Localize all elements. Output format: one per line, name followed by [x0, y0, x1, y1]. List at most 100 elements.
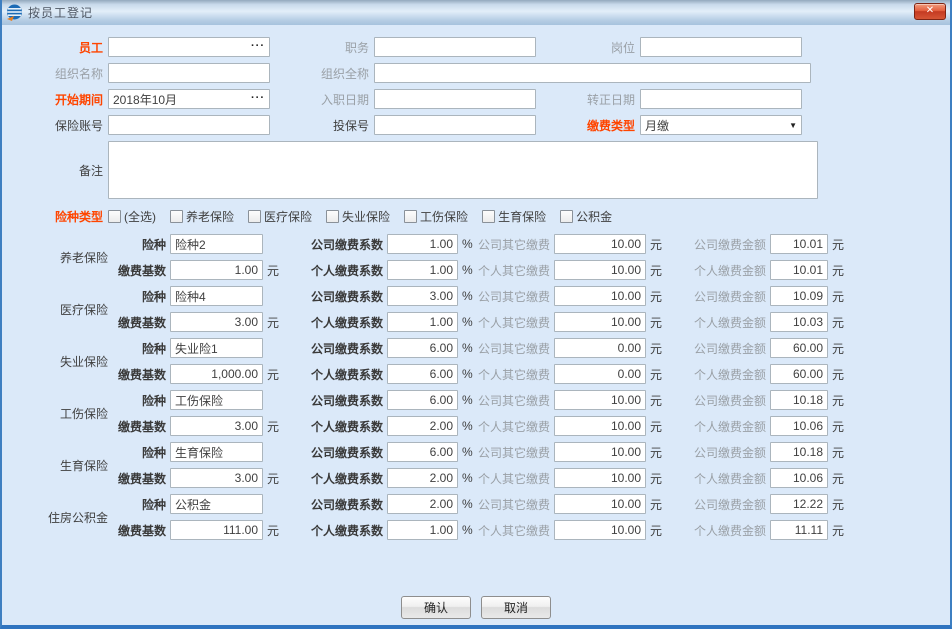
insurance-type-option[interactable]: 生育保险	[482, 208, 546, 225]
company-amount-input[interactable]	[770, 390, 828, 410]
personal-other-input[interactable]	[554, 520, 646, 540]
personal-row: 缴费基数 元 个人缴费系数 % 个人其它缴费 元 个人缴费金额 元	[110, 416, 852, 436]
form-row-3: 开始期间 ··· 入职日期 转正日期	[4, 89, 948, 109]
company-coefficient-input[interactable]	[387, 390, 458, 410]
personal-other-label: 个人其它缴费	[476, 366, 550, 383]
personal-coefficient-input[interactable]	[387, 468, 458, 488]
personal-row: 缴费基数 元 个人缴费系数 % 个人其它缴费 元 个人缴费金额 元	[110, 520, 852, 540]
company-amount-input[interactable]	[770, 442, 828, 462]
company-amount-input[interactable]	[770, 234, 828, 254]
company-other-input[interactable]	[554, 390, 646, 410]
company-coefficient-input[interactable]	[387, 494, 458, 514]
company-amount-label: 公司缴费金额	[670, 444, 766, 461]
employee-lookup-button[interactable]: ···	[249, 39, 267, 54]
insurance-name-input[interactable]	[170, 442, 263, 462]
personal-other-input[interactable]	[554, 312, 646, 332]
insurance-name-input[interactable]	[170, 494, 263, 514]
yuan-unit: 元	[646, 418, 670, 435]
company-amount-input[interactable]	[770, 286, 828, 306]
insurance-name-input[interactable]	[170, 390, 263, 410]
company-other-input[interactable]	[554, 338, 646, 358]
personal-coefficient-input[interactable]	[387, 520, 458, 540]
insurance-type-option[interactable]: 失业保险	[326, 208, 390, 225]
checkbox-icon[interactable]	[108, 210, 121, 223]
personal-amount-label: 个人缴费金额	[670, 262, 766, 279]
insurance-account-label: 保险账号	[4, 117, 108, 134]
checkbox-icon[interactable]	[404, 210, 417, 223]
checkbox-icon[interactable]	[326, 210, 339, 223]
regular-date-input[interactable]	[640, 89, 802, 109]
personal-coefficient-input[interactable]	[387, 416, 458, 436]
insurance-name-input[interactable]	[170, 286, 263, 306]
payment-type-select[interactable]: 月缴 ▼	[640, 115, 802, 135]
personal-coefficient-input[interactable]	[387, 364, 458, 384]
yuan-unit: 元	[646, 470, 670, 487]
company-amount-label: 公司缴费金额	[670, 288, 766, 305]
insurance-type-option[interactable]: 医疗保险	[248, 208, 312, 225]
confirm-button[interactable]: 确认	[401, 596, 471, 619]
payment-base-input[interactable]	[170, 260, 263, 280]
checkbox-icon[interactable]	[560, 210, 573, 223]
org-name-input[interactable]	[108, 63, 270, 83]
hire-date-label: 入职日期	[270, 91, 374, 108]
checkbox-icon[interactable]	[482, 210, 495, 223]
remarks-textarea[interactable]	[108, 141, 818, 199]
position-input[interactable]	[374, 37, 536, 57]
start-period-input[interactable]	[108, 89, 270, 109]
personal-other-input[interactable]	[554, 416, 646, 436]
company-amount-input[interactable]	[770, 494, 828, 514]
company-coefficient-input[interactable]	[387, 234, 458, 254]
checkbox-icon[interactable]	[170, 210, 183, 223]
org-full-name-input[interactable]	[374, 63, 811, 83]
insurance-name-input[interactable]	[170, 234, 263, 254]
personal-other-input[interactable]	[554, 468, 646, 488]
personal-amount-input[interactable]	[770, 260, 828, 280]
company-coefficient-input[interactable]	[387, 338, 458, 358]
company-coefficient-input[interactable]	[387, 442, 458, 462]
close-button[interactable]: ✕	[914, 3, 946, 20]
cancel-button[interactable]: 取消	[481, 596, 551, 619]
personal-amount-input[interactable]	[770, 364, 828, 384]
company-coefficient-input[interactable]	[387, 286, 458, 306]
personal-other-input[interactable]	[554, 260, 646, 280]
post-input[interactable]	[640, 37, 802, 57]
employee-input[interactable]	[108, 37, 270, 57]
insurance-type-option[interactable]: 养老保险	[170, 208, 234, 225]
personal-amount-input[interactable]	[770, 468, 828, 488]
personal-other-input[interactable]	[554, 364, 646, 384]
payment-base-input[interactable]	[170, 520, 263, 540]
personal-coefficient-input[interactable]	[387, 312, 458, 332]
insurance-field-label: 险种	[110, 236, 166, 253]
insurance-name-input[interactable]	[170, 338, 263, 358]
form-row-1: 员工 ··· 职务 岗位	[4, 37, 948, 57]
company-other-input[interactable]	[554, 494, 646, 514]
company-amount-input[interactable]	[770, 338, 828, 358]
insurance-type-option[interactable]: 公积金	[560, 208, 612, 225]
payment-base-input[interactable]	[170, 364, 263, 384]
personal-row: 缴费基数 元 个人缴费系数 % 个人其它缴费 元 个人缴费金额 元	[110, 468, 852, 488]
company-other-input[interactable]	[554, 442, 646, 462]
personal-coefficient-label: 个人缴费系数	[287, 418, 383, 435]
yuan-unit: 元	[828, 522, 852, 539]
personal-amount-input[interactable]	[770, 520, 828, 540]
yuan-unit: 元	[263, 262, 287, 279]
payment-base-input[interactable]	[170, 468, 263, 488]
company-other-input[interactable]	[554, 286, 646, 306]
start-period-lookup-button[interactable]: ···	[249, 91, 267, 106]
policy-number-input[interactable]	[374, 115, 536, 135]
company-other-input[interactable]	[554, 234, 646, 254]
payment-base-input[interactable]	[170, 312, 263, 332]
personal-coefficient-input[interactable]	[387, 260, 458, 280]
hire-date-input[interactable]	[374, 89, 536, 109]
insurance-type-option[interactable]: 工伤保险	[404, 208, 468, 225]
window-title: 按员工登记	[28, 4, 93, 21]
payment-base-input[interactable]	[170, 416, 263, 436]
yuan-unit: 元	[263, 314, 287, 331]
personal-amount-input[interactable]	[770, 312, 828, 332]
insurance-account-input[interactable]	[108, 115, 270, 135]
percent-unit: %	[458, 497, 476, 511]
checkbox-icon[interactable]	[248, 210, 261, 223]
personal-amount-input[interactable]	[770, 416, 828, 436]
insurance-type-option[interactable]: (全选)	[108, 208, 156, 225]
yuan-unit: 元	[646, 366, 670, 383]
